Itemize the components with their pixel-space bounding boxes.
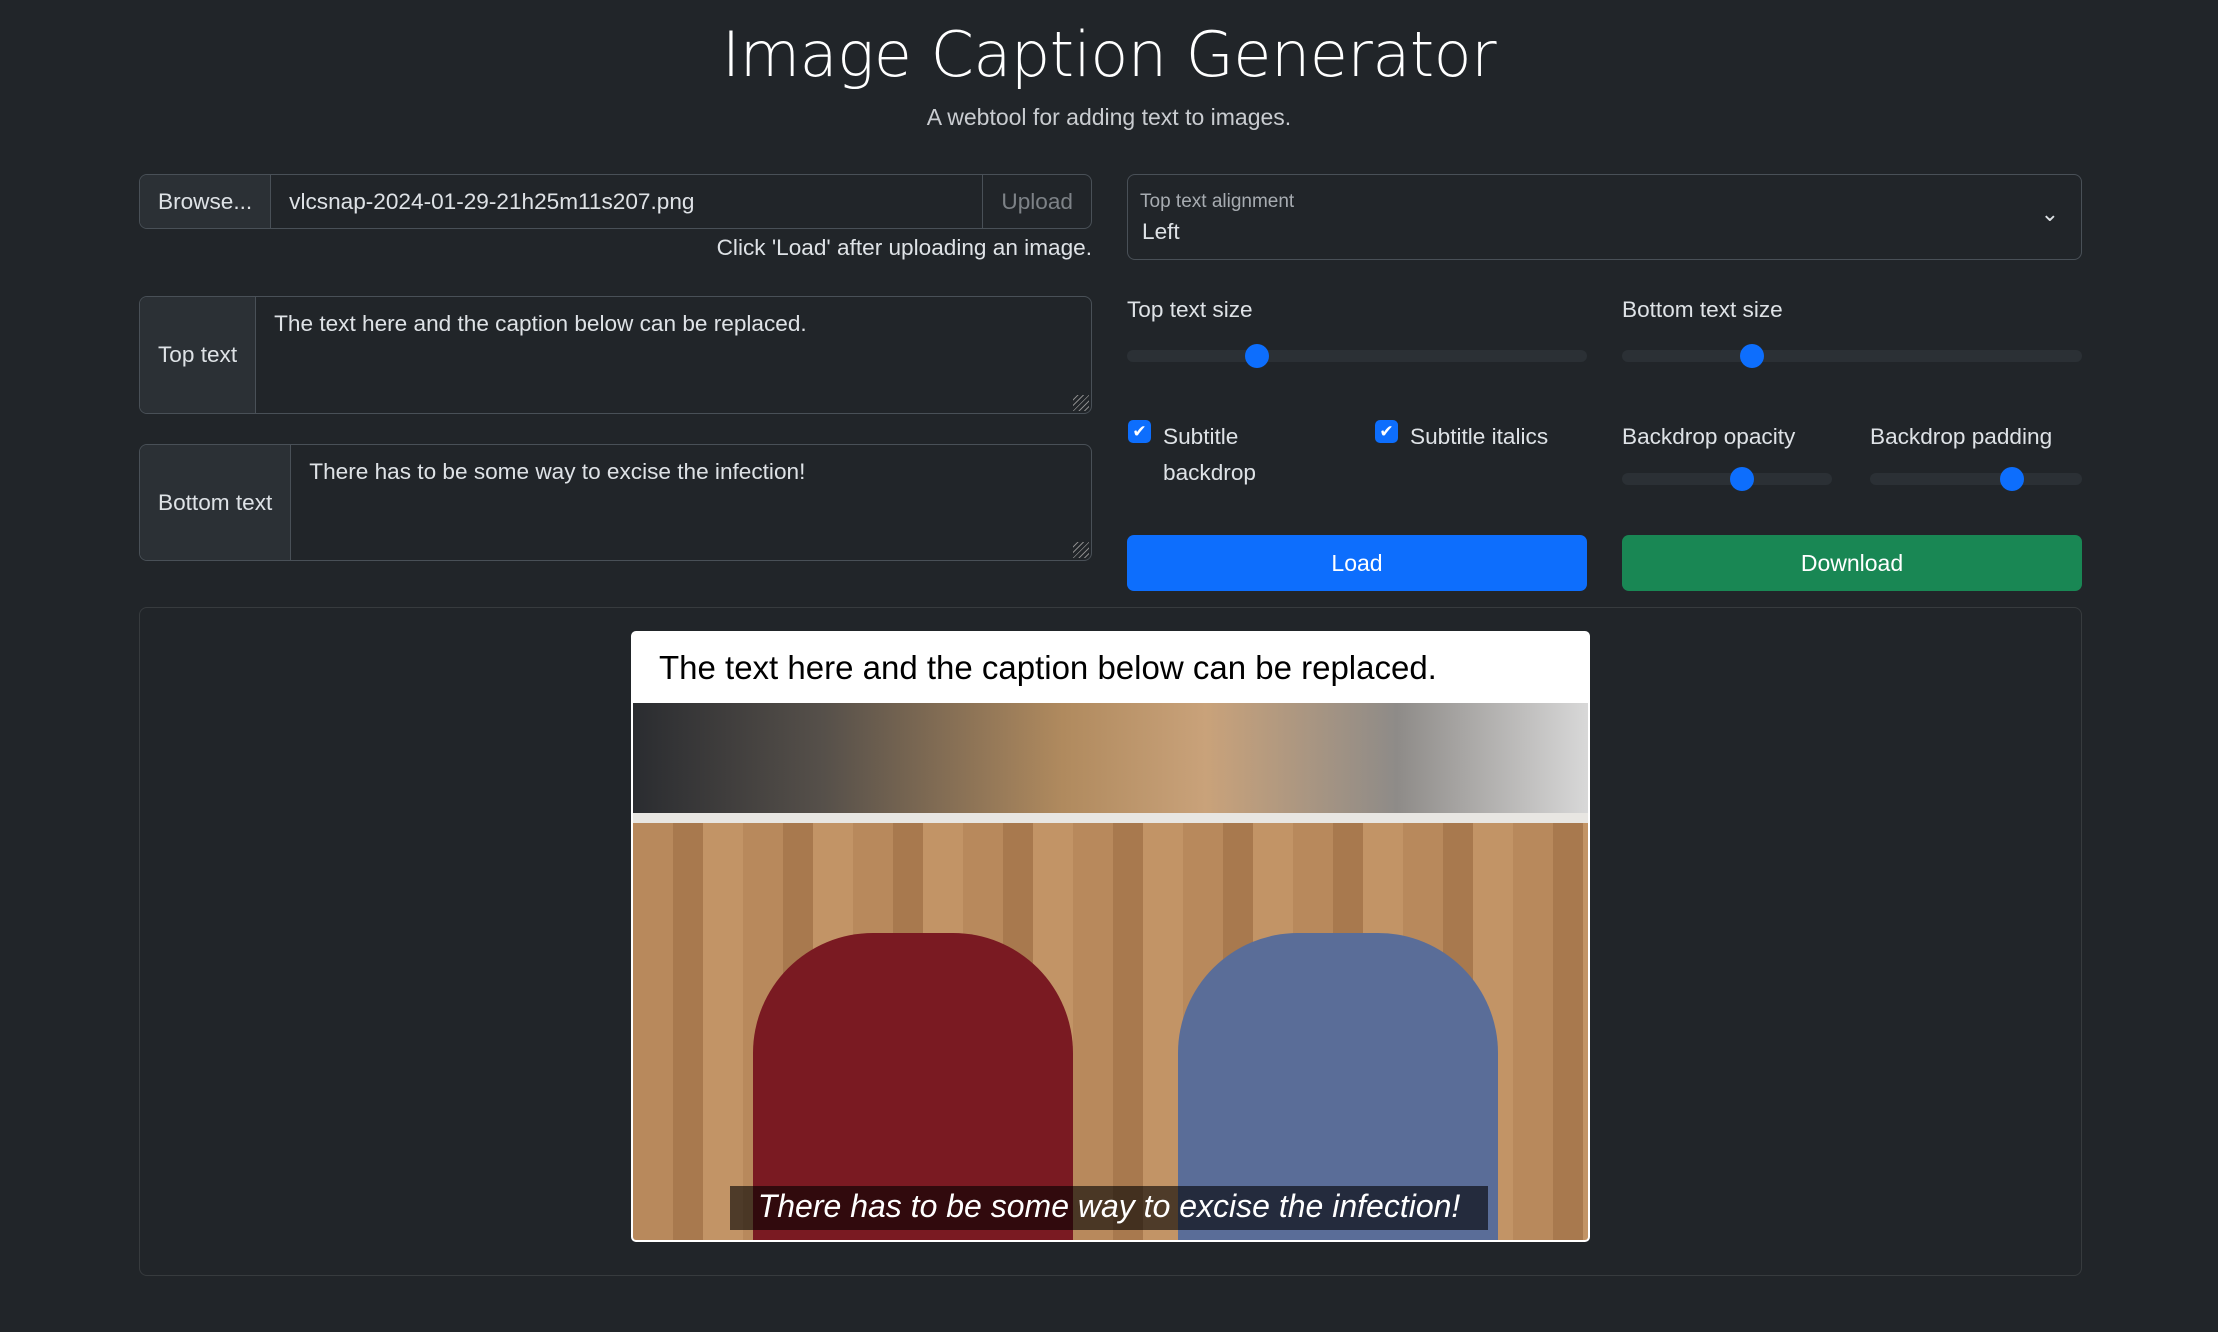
file-input-group: Browse... vlcsnap-2024-01-29-21h25m11s20… xyxy=(139,174,1092,229)
page-subtitle: A webtool for adding text to images. xyxy=(926,104,1292,130)
upload-button[interactable]: Upload xyxy=(982,175,1091,228)
resize-handle[interactable] xyxy=(1073,542,1089,558)
resize-handle[interactable] xyxy=(1073,395,1089,411)
photo-counter xyxy=(633,813,1588,823)
top-text-input[interactable]: The text here and the caption below can … xyxy=(256,297,1091,413)
italics-checkbox-label: Subtitle italics xyxy=(1410,424,1549,449)
backdrop-checkbox[interactable]: ✔ xyxy=(1128,420,1151,443)
bottom-text-input[interactable]: There has to be some way to excise the i… xyxy=(291,445,1091,560)
opacity-label: Backdrop opacity xyxy=(1622,424,1796,449)
upload-hint: Click 'Load' after uploading an image. xyxy=(716,235,1092,260)
preview-bottom-caption: There has to be some way to excise the i… xyxy=(757,1188,1461,1224)
bottom-text-value: There has to be some way to excise the i… xyxy=(309,459,806,484)
browse-button[interactable]: Browse... xyxy=(140,175,272,228)
load-button[interactable]: Load xyxy=(1127,535,1587,591)
alignment-value: Left xyxy=(1142,219,1180,244)
padding-label: Backdrop padding xyxy=(1870,424,2053,449)
download-button[interactable]: Download xyxy=(1622,535,2082,591)
caption-preview-image: The text here and the caption below can … xyxy=(631,631,1590,1242)
top-text-value: The text here and the caption below can … xyxy=(274,311,807,336)
bottom-size-label: Bottom text size xyxy=(1622,297,1783,322)
bottom-text-group: Bottom text There has to be some way to … xyxy=(139,444,1092,561)
backdrop-checkbox-label: Subtitle backdrop xyxy=(1163,424,1256,485)
slider-thumb[interactable] xyxy=(1739,344,1764,368)
italics-checkbox[interactable]: ✔ xyxy=(1375,420,1398,443)
slider-thumb[interactable] xyxy=(1244,344,1269,368)
chevron-down-icon: ⌄ xyxy=(2040,201,2059,226)
top-text-label: Top text xyxy=(140,297,257,413)
alignment-select[interactable]: Top text alignment Left ⌄ xyxy=(1127,174,2082,260)
page-title: Image Caption Generator xyxy=(721,18,1497,91)
preview-top-caption: The text here and the caption below can … xyxy=(659,649,1437,686)
top-size-label: Top text size xyxy=(1127,297,1253,322)
bottom-text-label: Bottom text xyxy=(140,445,292,560)
slider-thumb[interactable] xyxy=(1729,467,1754,491)
slider-thumb[interactable] xyxy=(1999,467,2024,491)
top-size-slider[interactable] xyxy=(1127,344,1587,368)
bottom-size-slider[interactable] xyxy=(1622,344,2082,368)
top-text-group: Top text The text here and the caption b… xyxy=(139,296,1092,414)
alignment-label: Top text alignment xyxy=(1140,191,1295,212)
opacity-slider[interactable] xyxy=(1622,467,1832,491)
padding-slider[interactable] xyxy=(1870,467,2082,491)
file-name-field[interactable]: vlcsnap-2024-01-29-21h25m11s207.png xyxy=(271,175,982,228)
photo-kitchen xyxy=(633,703,1588,823)
